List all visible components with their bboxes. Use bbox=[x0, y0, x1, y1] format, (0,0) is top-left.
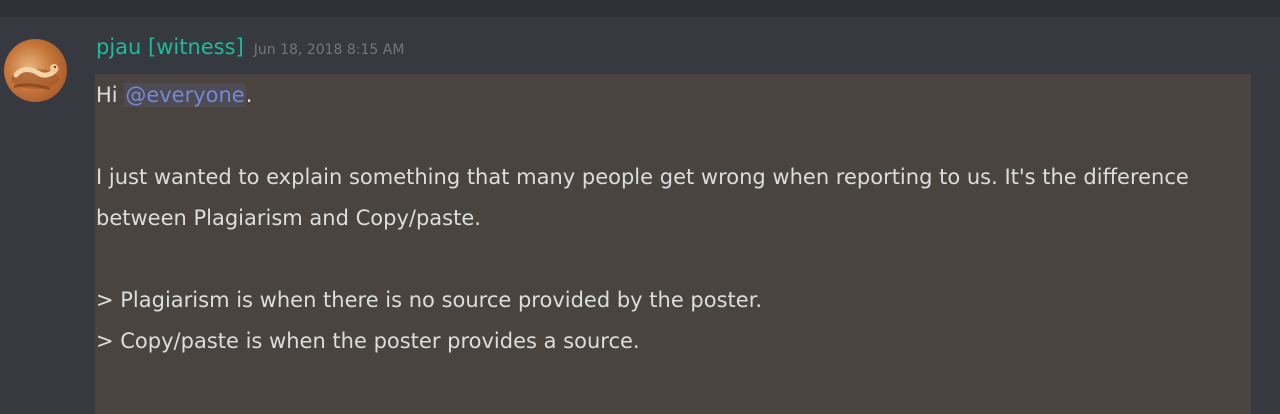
message-line-3: > Plagiarism is when there is no source … bbox=[96, 288, 763, 312]
message-line-1: I just wanted to explain something that … bbox=[96, 165, 1189, 189]
message-content: Hi @everyone. I just wanted to explain s… bbox=[96, 75, 1256, 362]
message-line-4: > Copy/paste is when the poster provides… bbox=[96, 329, 640, 353]
channel-top-divider bbox=[0, 0, 1280, 17]
chat-message: pjau [witness] Jun 18, 2018 8:15 AM Hi @e… bbox=[0, 17, 1280, 414]
everyone-mention[interactable]: @everyone bbox=[124, 83, 246, 107]
greeting-suffix: . bbox=[245, 83, 253, 107]
avatar-image-icon bbox=[11, 64, 59, 91]
message-line-2: between Plagiarism and Copy/paste. bbox=[96, 206, 481, 230]
greeting-line: Hi @everyone. bbox=[96, 75, 1256, 116]
message-header: pjau [witness] Jun 18, 2018 8:15 AM bbox=[96, 35, 404, 67]
message-timestamp: Jun 18, 2018 8:15 AM bbox=[253, 42, 405, 58]
author-name[interactable]: pjau [witness] bbox=[96, 35, 244, 59]
user-avatar[interactable] bbox=[4, 39, 67, 102]
greeting-prefix: Hi bbox=[96, 83, 125, 107]
